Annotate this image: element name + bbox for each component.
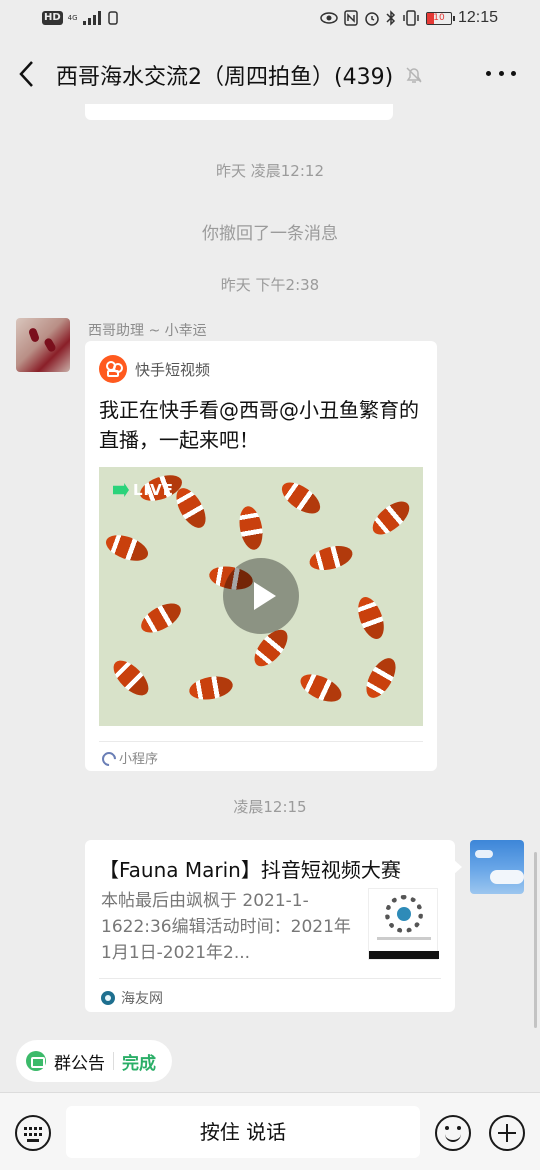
keyboard-icon[interactable]: [15, 1115, 51, 1151]
more-dot: [511, 70, 516, 76]
plus-icon[interactable]: [489, 1115, 525, 1151]
link-card[interactable]: 【Fauna Marin】抖音短视频大赛 本帖最后由飒枫于 2021-1-162…: [85, 840, 462, 1012]
card-app-name: 快手短视频: [135, 360, 211, 379]
sender-name: 西哥助理 ~ 小幸运: [88, 323, 207, 339]
card-divider: [99, 978, 441, 979]
source-logo-icon: [101, 991, 115, 1005]
live-badge: LIVE: [113, 481, 174, 499]
status-left: HD 4G: [42, 11, 118, 25]
emoji-icon[interactable]: [435, 1115, 471, 1151]
more-dot: [486, 70, 491, 76]
input-bar: 按住 说话: [0, 1092, 540, 1170]
network-label: 4G: [67, 13, 78, 22]
eye-icon: [320, 12, 338, 24]
status-time: 12:15: [457, 9, 498, 26]
signal-icon: [82, 11, 101, 25]
alarm-icon: [365, 12, 379, 26]
status-right: 10 12:15: [320, 9, 498, 27]
nfc-icon: [344, 10, 358, 26]
play-button-icon[interactable]: [223, 558, 299, 634]
back-button[interactable]: [14, 56, 44, 92]
link-card-thumbnail: [368, 888, 439, 960]
link-card-description: 本帖最后由飒枫于 2021-1-1622:36编辑活动时间：2021年1月1日-…: [101, 891, 351, 963]
live-label: LIVE: [133, 481, 174, 499]
notice-icon: [26, 1051, 46, 1071]
timestamp: 昨天 下午2:38: [220, 276, 320, 294]
hold-to-talk-button[interactable]: 按住 说话: [66, 1106, 420, 1158]
sender-avatar[interactable]: [16, 318, 70, 372]
sim-icon: [107, 11, 118, 25]
miniprogram-icon: [101, 751, 115, 765]
battery-level: 10: [433, 12, 445, 23]
link-card-source-label: 海友网: [121, 991, 163, 1007]
chat-scrollbar[interactable]: [534, 852, 537, 1028]
kuaishou-miniprogram-card[interactable]: 快手短视频 我正在快手看@西哥@小丑鱼繁育的直播，一起来吧！ LIVE 小程序: [85, 341, 437, 771]
chat-header: 西哥海水交流2（周四拍鱼）(439): [0, 44, 540, 104]
bell-off-icon: [403, 64, 425, 86]
more-dot: [498, 70, 504, 76]
timestamp: 昨天 凌晨12:12: [216, 162, 324, 180]
live-arrow-icon: [113, 483, 129, 497]
card-title: 我正在快手看@西哥@小丑鱼繁育的直播，一起来吧！: [99, 398, 419, 452]
live-video-thumbnail[interactable]: LIVE: [99, 467, 423, 726]
card-footer-label: 小程序: [119, 752, 159, 767]
chevron-left-icon: [19, 61, 33, 87]
card-divider: [99, 741, 423, 742]
group-notice-strip: 群公告 完成: [0, 1030, 540, 1092]
link-card-title: 【Fauna Marin】抖音短视频大赛: [99, 858, 401, 882]
group-notice-chip[interactable]: 群公告 完成: [16, 1040, 172, 1082]
vibrate-icon: [403, 10, 419, 26]
notice-done-button[interactable]: 完成: [122, 1049, 156, 1074]
status-bar: HD 4G 10 12:15: [0, 0, 540, 40]
card-app-header: 快手短视频: [99, 355, 210, 383]
chat-title: 西哥海水交流2（周四拍鱼）(439): [56, 65, 394, 90]
timestamp: 凌晨12:15: [233, 798, 307, 816]
group-notice-label: 群公告: [54, 1053, 105, 1074]
link-card-source: 海友网: [101, 988, 163, 1008]
card-footer: 小程序: [101, 748, 158, 767]
recall-notice: 你撤回了一条消息: [202, 224, 338, 244]
battery-icon: 10: [425, 11, 455, 25]
previous-message-card[interactable]: [85, 104, 393, 120]
hd-badge: HD: [42, 11, 63, 25]
more-button[interactable]: [486, 68, 516, 78]
notice-separator: [113, 1052, 114, 1070]
my-avatar[interactable]: [470, 840, 524, 894]
bluetooth-icon: [386, 10, 396, 26]
kuaishou-logo-icon: [99, 355, 127, 383]
